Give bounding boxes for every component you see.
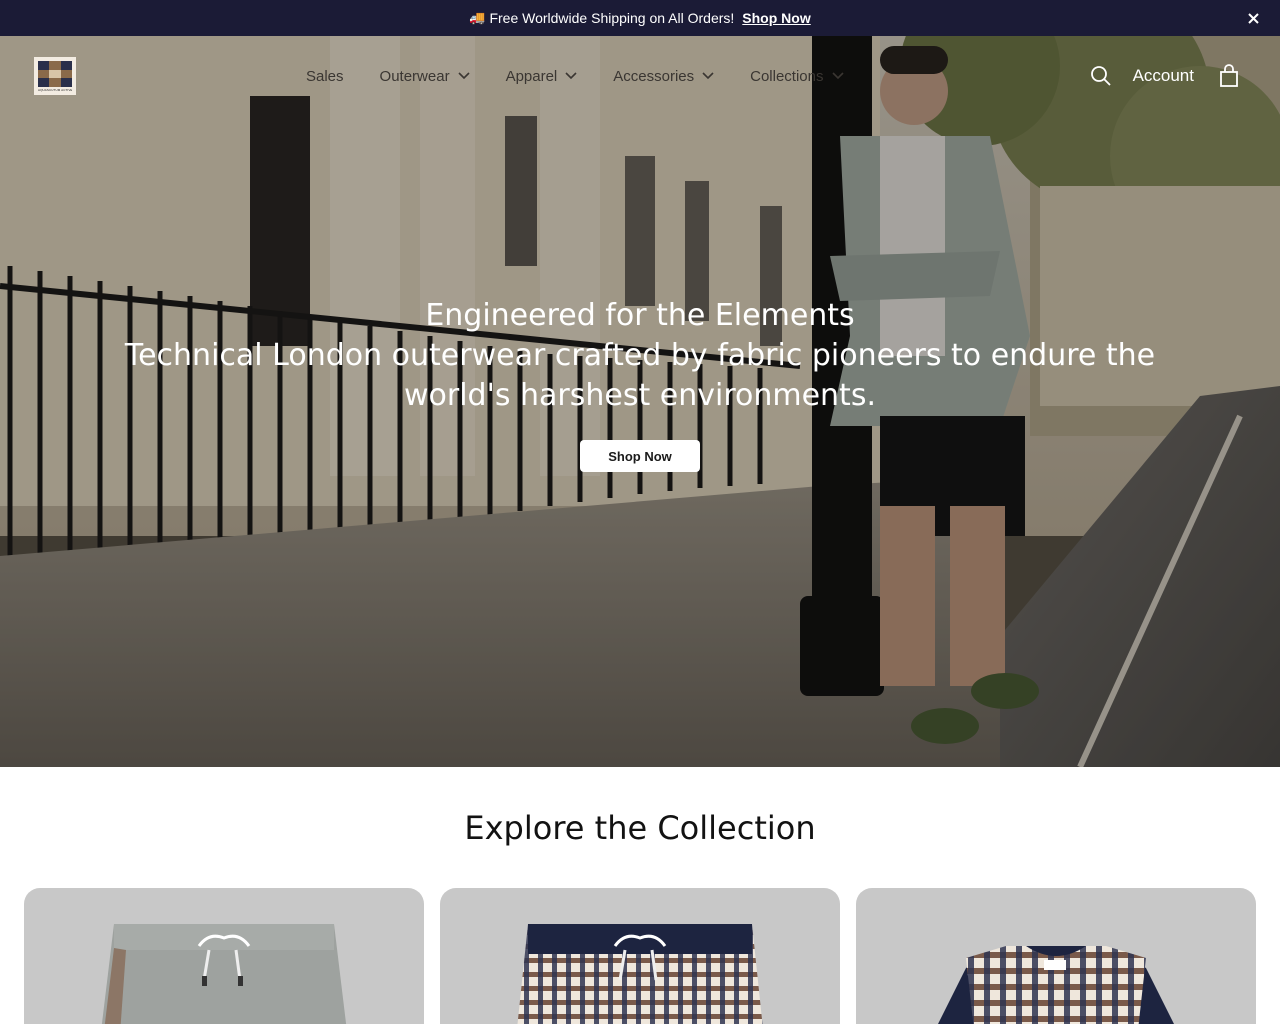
chevron-down-icon — [831, 72, 844, 80]
close-icon[interactable] — [1244, 9, 1262, 27]
logo-text: AQUASCUTUM ACTIVE — [38, 88, 72, 92]
nav-label: Sales — [306, 67, 344, 85]
nav-label: Collections — [750, 67, 824, 85]
chevron-down-icon — [702, 72, 714, 80]
announcement-message: Free Worldwide Shipping on All Orders! — [489, 10, 735, 26]
collection-card-check-swim-shorts[interactable] — [440, 888, 840, 1024]
header-actions: Account — [1089, 64, 1240, 88]
nav-label: Apparel — [505, 67, 558, 85]
nav-item-accessories[interactable]: Accessories — [613, 68, 714, 85]
collection-cards — [24, 888, 1256, 1024]
main-nav: Sales Outerwear Apparel Accessories Coll… — [306, 65, 880, 87]
chevron-down-icon — [565, 72, 577, 80]
nav-label: Accessories — [613, 67, 695, 85]
product-image — [517, 924, 763, 1024]
product-image — [101, 924, 347, 1024]
announcement-bar: 🚚 Free Worldwide Shipping on All Orders!… — [0, 0, 1280, 36]
nav-label: Outerwear — [379, 67, 450, 85]
nav-item-outerwear[interactable]: Outerwear — [380, 68, 470, 85]
site-header: AQUASCUTUM ACTIVE Sales Outerwear Appare… — [0, 36, 1280, 116]
nav-item-sales[interactable]: Sales — [306, 68, 344, 85]
product-image — [938, 946, 1174, 1024]
collection-title: Explore the Collection — [464, 809, 816, 847]
announcement-shop-now-link[interactable]: Shop Now — [742, 10, 810, 26]
hero-subtitle: Technical London outerwear crafted by fa… — [124, 338, 1156, 413]
logo-mark — [38, 61, 72, 87]
bag-icon[interactable] — [1218, 64, 1240, 88]
hero-shop-now-button[interactable]: Shop Now — [580, 440, 700, 472]
hero-title: Engineered for the Elements — [425, 298, 855, 333]
nav-item-apparel[interactable]: Apparel — [506, 68, 578, 85]
account-link[interactable]: Account — [1133, 66, 1194, 86]
collection-card-check-tshirt[interactable] — [856, 888, 1256, 1024]
truck-icon: 🚚 — [469, 10, 486, 25]
collection-card-grey-swim-shorts[interactable] — [24, 888, 424, 1024]
chevron-down-icon — [457, 72, 470, 80]
search-icon[interactable] — [1089, 64, 1113, 88]
hero-copy: Engineered for the Elements Technical Lo… — [120, 296, 1160, 416]
brand-logo[interactable]: AQUASCUTUM ACTIVE — [34, 57, 76, 95]
nav-item-collections[interactable]: Collections — [750, 67, 844, 85]
